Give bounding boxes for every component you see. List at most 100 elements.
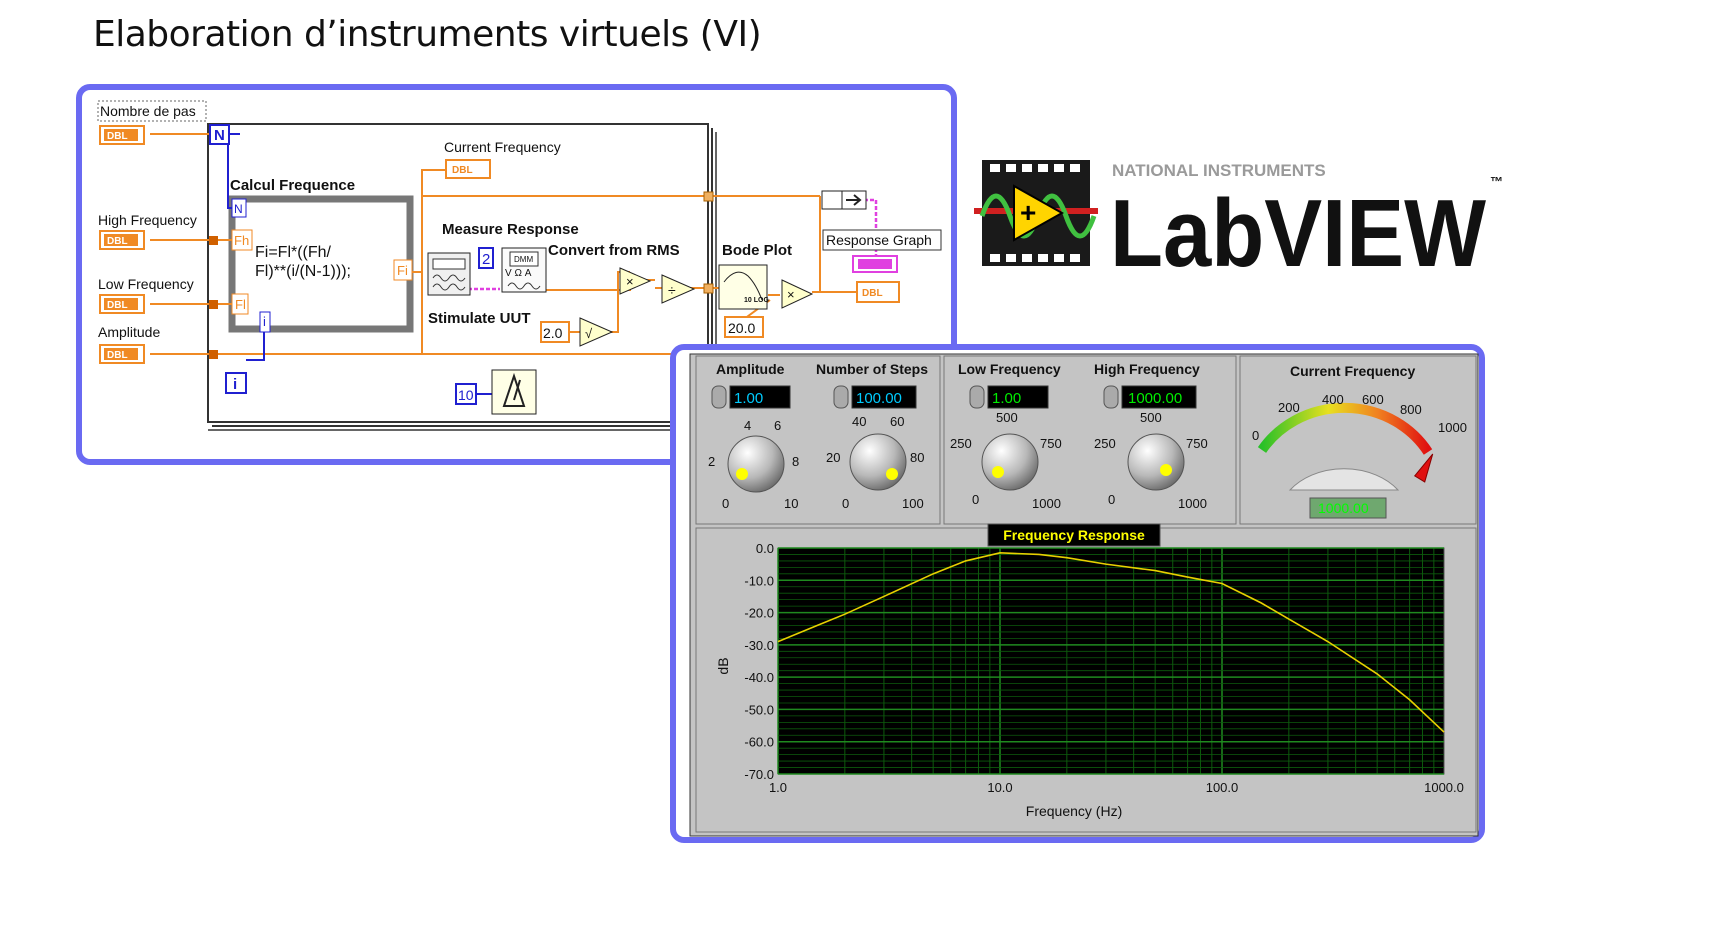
amplitude-label: Amplitude [98, 324, 160, 340]
amplitude-stepper[interactable] [711, 385, 727, 409]
svg-text:60: 60 [890, 414, 904, 429]
amplitude-control[interactable]: Amplitude DBL [98, 324, 160, 364]
amplitude-value: 1.00 [734, 390, 763, 407]
stimulate-uut-icon[interactable] [427, 252, 471, 296]
svg-text:800: 800 [1400, 402, 1422, 417]
svg-text:20.0: 20.0 [728, 320, 755, 336]
svg-text:100: 100 [902, 496, 924, 511]
low-frequency-knob[interactable] [981, 433, 1039, 491]
svg-text:DBL: DBL [452, 165, 473, 176]
slide-title: Elaboration d’instruments virtuels (VI) [93, 14, 762, 55]
measure-response-label: Measure Response [442, 221, 579, 238]
dbl-tag: DBL [107, 350, 128, 361]
svg-text:×: × [626, 274, 634, 289]
low-frequency-control[interactable]: Low Frequency DBL [98, 276, 194, 314]
svg-text:400: 400 [1322, 392, 1344, 407]
svg-text:2.0: 2.0 [543, 325, 563, 341]
plot-area[interactable] [777, 547, 1445, 775]
svg-text:i: i [263, 314, 266, 329]
low-frequency-label: Low Frequency [958, 361, 1061, 377]
svg-text:200: 200 [1278, 400, 1300, 415]
svg-text:i: i [233, 376, 237, 393]
svg-text:250: 250 [950, 436, 972, 451]
y-tick-label: -30.0 [744, 638, 774, 653]
svg-text:DMM: DMM [514, 255, 533, 264]
current-frequency-indicator[interactable]: DBL [445, 159, 491, 179]
steps-knob[interactable] [849, 433, 907, 491]
amplitude-knob-indicator [736, 468, 748, 480]
svg-text:500: 500 [996, 410, 1018, 425]
bode-plot-icon[interactable]: 10 LOG [718, 264, 769, 310]
svg-text:1000: 1000 [1178, 496, 1207, 511]
dbl-tag: DBL [107, 300, 128, 311]
product-name: LabVIEW [1110, 180, 1486, 280]
svg-text:N: N [234, 202, 243, 216]
svg-text:40: 40 [852, 414, 866, 429]
company-name: NATIONAL INSTRUMENTS [1112, 161, 1326, 180]
high-frequency-label: High Frequency [98, 212, 197, 228]
nombre-de-pas-label: Nombre de pas [100, 103, 196, 119]
high-frequency-control[interactable]: High Frequency DBL [98, 212, 197, 250]
dbl-tag: DBL [107, 236, 128, 247]
trademark: ™ [1490, 174, 1503, 189]
constant-2[interactable]: 2 [478, 247, 494, 269]
svg-text:2: 2 [482, 251, 490, 268]
y-tick-label: -60.0 [744, 735, 774, 750]
dmm-icon[interactable]: DMM V Ω A [501, 247, 547, 293]
current-frequency-label: Current Frequency [1290, 363, 1415, 379]
svg-text:Fh: Fh [234, 233, 249, 248]
svg-text:750: 750 [1186, 436, 1208, 451]
bode-plot-label: Bode Plot [722, 242, 792, 259]
y-tick-label: -10.0 [744, 573, 774, 588]
high-frequency-knob[interactable] [1127, 433, 1185, 491]
calcul-frequence-label: Calcul Frequence [230, 177, 355, 194]
low-frequency-stepper[interactable] [969, 385, 985, 409]
formula-line-2: Fl)**(i/(N-1))); [255, 263, 351, 280]
svg-text:Response Graph: Response Graph [826, 232, 932, 248]
svg-text:10: 10 [784, 496, 798, 511]
formula-line-1: Fi=Fl*((Fh/ [255, 244, 332, 261]
svg-text:1000: 1000 [1032, 496, 1061, 511]
loop-iteration-terminal[interactable]: i [225, 372, 247, 394]
bundle-node[interactable] [821, 190, 867, 210]
svg-text:500: 500 [1140, 410, 1162, 425]
nombre-de-pas-control[interactable]: Nombre de pas DBL [97, 100, 207, 145]
svg-text:Fi: Fi [397, 263, 408, 278]
constant-2-0[interactable]: 2.0 [540, 321, 570, 343]
high-frequency-stepper[interactable] [1103, 385, 1119, 409]
constant-20-0[interactable]: 20.0 [724, 316, 764, 338]
svg-text:÷: ÷ [668, 282, 676, 298]
amplitude-knob[interactable] [727, 435, 785, 493]
x-tick-label: 1000.0 [1424, 780, 1464, 795]
response-graph-terminal[interactable]: Response Graph [822, 229, 942, 273]
x-tick-label: 1.0 [769, 780, 787, 795]
svg-text:V Ω A: V Ω A [505, 268, 532, 279]
svg-text:4: 4 [744, 418, 751, 433]
svg-text:80: 80 [910, 450, 924, 465]
svg-text:+: + [1020, 197, 1036, 228]
amplitude-label: Amplitude [716, 361, 785, 377]
svg-text:Fl: Fl [235, 297, 246, 312]
x-tick-label: 10.0 [987, 780, 1012, 795]
svg-text:√: √ [585, 326, 593, 341]
multiply-node-2[interactable]: × [781, 279, 814, 309]
y-tick-label: -40.0 [744, 670, 774, 685]
svg-text:1000: 1000 [1438, 420, 1467, 435]
svg-text:10 LOG: 10 LOG [744, 297, 769, 304]
svg-text:0: 0 [1108, 492, 1115, 507]
convert-from-rms-label: Convert from RMS [548, 242, 680, 259]
steps-value: 100.00 [856, 390, 902, 407]
high-frequency-label: High Frequency [1094, 361, 1200, 377]
chart-title: Frequency Response [1003, 527, 1145, 543]
current-frequency-value: 1000.00 [1318, 500, 1369, 516]
svg-text:0: 0 [842, 496, 849, 511]
loop-count-terminal[interactable]: N [209, 124, 230, 145]
low-frequency-label: Low Frequency [98, 276, 194, 292]
dbl-indicator[interactable]: DBL [856, 281, 900, 303]
stimulate-uut-label: Stimulate UUT [428, 310, 531, 327]
front-panel-canvas: Amplitude 1.00 0 2 4 6 8 10 Number of St… [689, 353, 1479, 837]
steps-stepper[interactable] [833, 385, 849, 409]
svg-text:0: 0 [722, 496, 729, 511]
svg-text:DBL: DBL [862, 288, 883, 299]
high-frequency-value: 1000.00 [1128, 390, 1182, 407]
